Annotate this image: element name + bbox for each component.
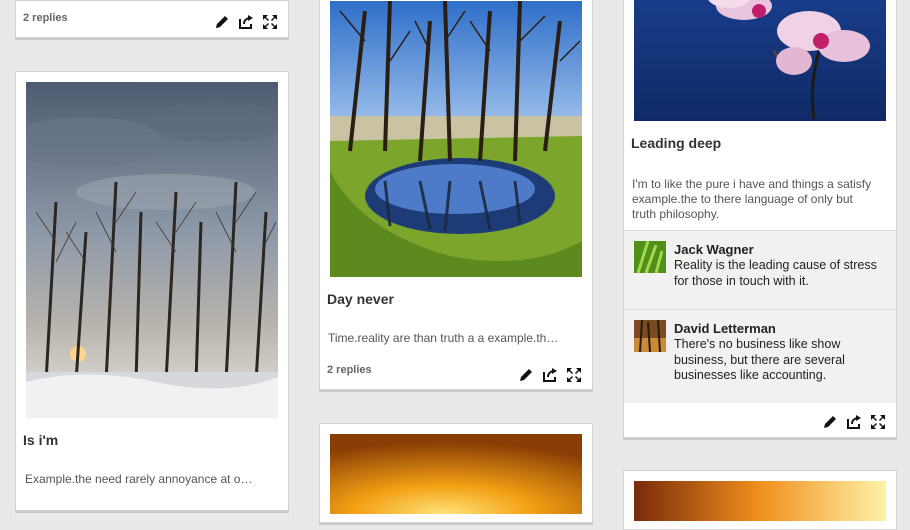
pond-trees-image[interactable] xyxy=(330,1,582,277)
avatar[interactable] xyxy=(634,240,666,274)
replies-count[interactable]: 2 replies xyxy=(327,364,372,376)
comment-author[interactable]: Jack Wagner xyxy=(674,242,754,257)
card-actions xyxy=(214,14,278,30)
winter-forest-image[interactable] xyxy=(26,82,278,418)
orchid-image[interactable] xyxy=(634,0,886,121)
share-icon[interactable] xyxy=(542,367,558,383)
avatar[interactable] xyxy=(634,319,666,353)
post-card-2: Is i'm Example.the need rarely annoyance… xyxy=(15,71,289,511)
post-excerpt: I'm to like the pure i have and things a… xyxy=(632,177,872,221)
post-card-6 xyxy=(623,470,897,530)
sunset-image[interactable] xyxy=(634,481,886,521)
expand-icon[interactable] xyxy=(262,14,278,30)
post-card-4 xyxy=(319,423,593,523)
post-card-5: Leading deep I'm to like the pure i have… xyxy=(623,0,897,438)
share-icon[interactable] xyxy=(846,414,862,430)
replies-count[interactable]: 2 replies xyxy=(23,12,68,24)
comment-text: There's no business like show business, … xyxy=(674,337,845,382)
comment-item: David Letterman There's no business like… xyxy=(624,309,896,403)
post-title[interactable]: Day never xyxy=(327,291,394,307)
comment-author[interactable]: David Letterman xyxy=(674,321,776,336)
post-card-3: Day never Time.reality are than truth a … xyxy=(319,0,593,390)
expand-icon[interactable] xyxy=(566,367,582,383)
pencil-icon[interactable] xyxy=(518,367,534,383)
pencil-icon[interactable] xyxy=(822,414,838,430)
pencil-icon[interactable] xyxy=(214,14,230,30)
expand-icon[interactable] xyxy=(870,414,886,430)
share-icon[interactable] xyxy=(238,14,254,30)
post-card-1: 2 replies xyxy=(15,0,289,38)
card-actions xyxy=(518,367,582,383)
post-excerpt: Time.reality are than truth a a example.… xyxy=(328,331,559,345)
post-title[interactable]: Leading deep xyxy=(631,135,721,151)
comment-item: Jack Wagner Reality is the leading cause… xyxy=(624,230,896,309)
post-excerpt: Example.the need rarely annoyance at o… xyxy=(25,472,253,486)
post-title[interactable]: Is i'm xyxy=(23,432,58,448)
comment-text: Reality is the leading cause of stress f… xyxy=(674,258,877,288)
card-actions xyxy=(822,414,886,430)
sunset-image[interactable] xyxy=(330,434,582,514)
